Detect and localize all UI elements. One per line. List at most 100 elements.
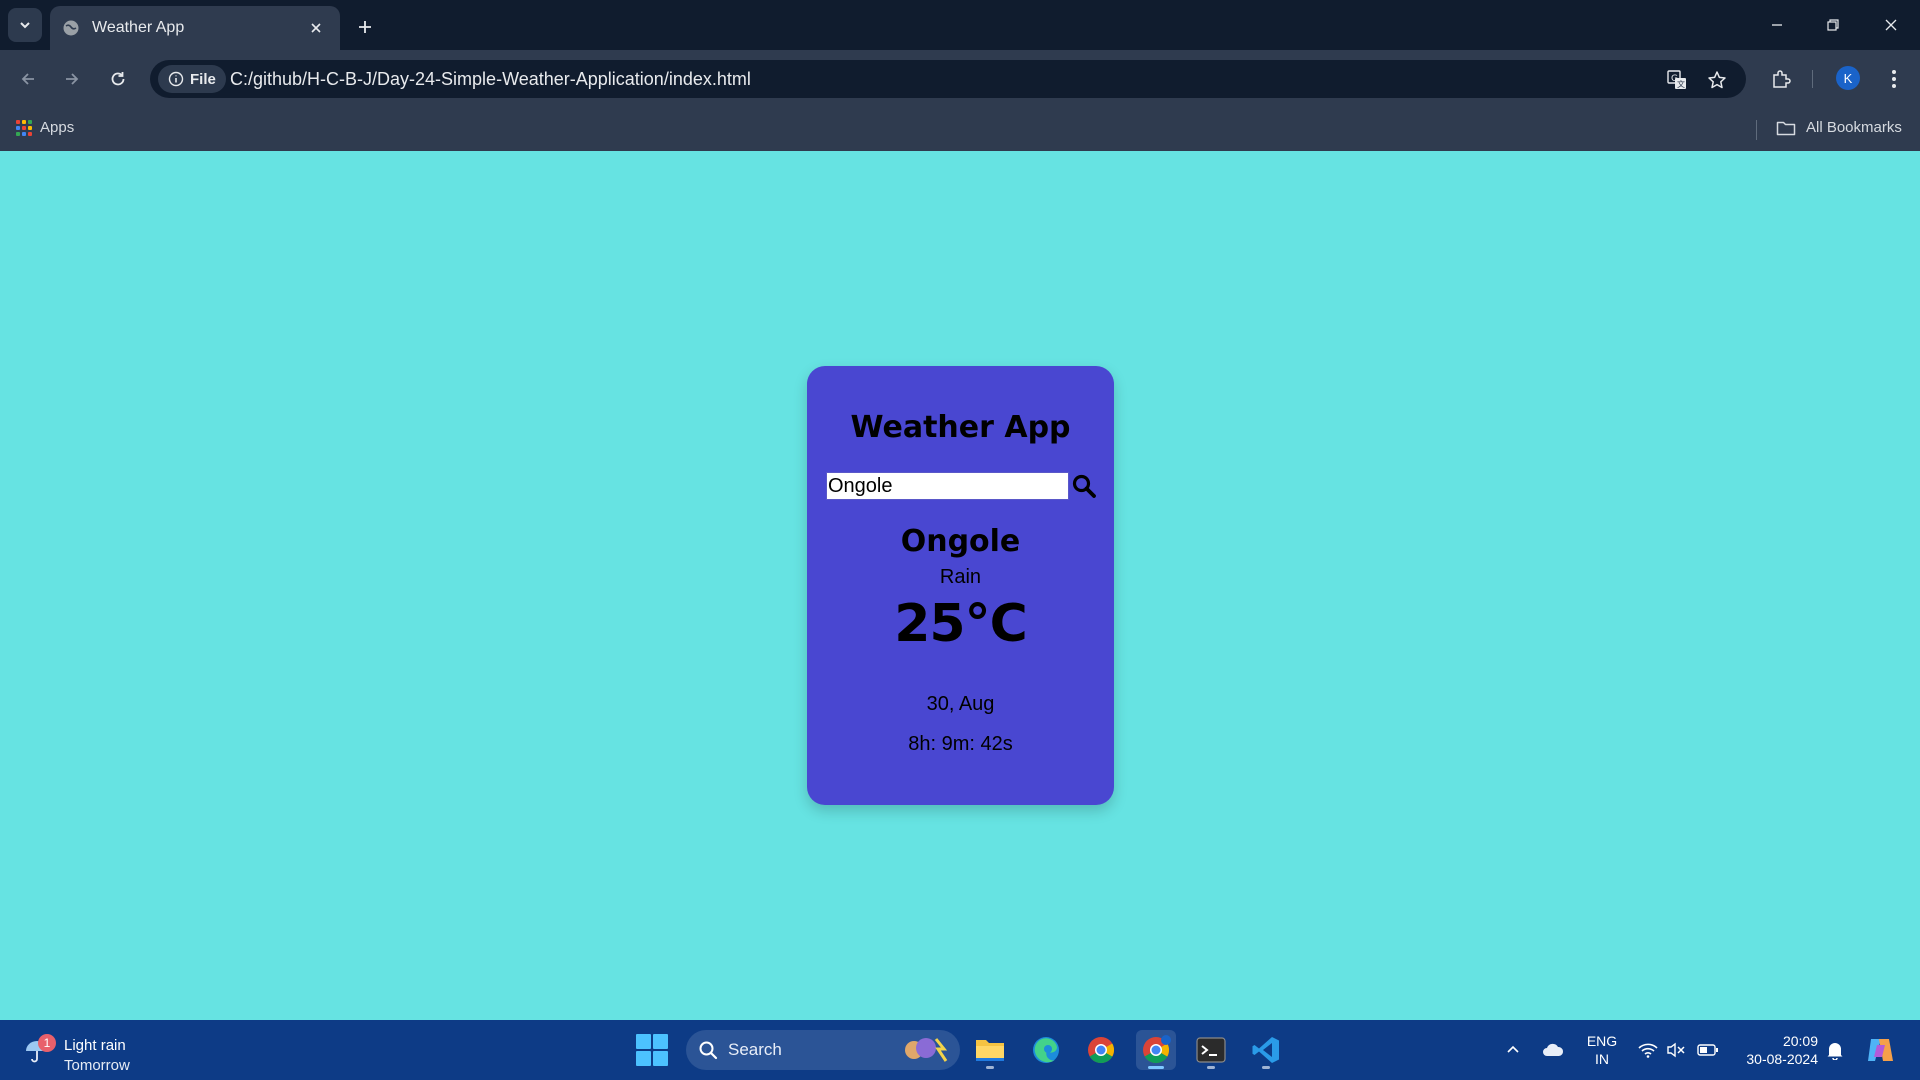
- search-icon: [699, 1041, 718, 1060]
- folder-icon: [1776, 121, 1796, 135]
- search-button[interactable]: [1069, 471, 1099, 501]
- browser-tab[interactable]: Weather App: [50, 6, 340, 50]
- url-text: C:/github/H-C-B-J/Day-24-Simple-Weather-…: [230, 69, 751, 89]
- windows-logo-pane: [636, 1051, 651, 1066]
- tab-close-button[interactable]: [304, 16, 328, 40]
- bookmarks-bar: Apps All Bookmarks: [0, 108, 1920, 151]
- minimize-button[interactable]: [1762, 10, 1792, 40]
- app-title: Weather App: [850, 410, 1071, 445]
- battery-tray-icon[interactable]: [1694, 1020, 1722, 1080]
- wifi-icon: [1638, 1043, 1658, 1058]
- onedrive-tray-icon[interactable]: [1538, 1020, 1568, 1080]
- taskbar-edge[interactable]: [1026, 1030, 1066, 1070]
- weather-widget-when: Tomorrow: [64, 1057, 130, 1074]
- wifi-tray-icon[interactable]: [1634, 1020, 1662, 1080]
- close-window-button[interactable]: [1876, 10, 1906, 40]
- more-vertical-icon: [1892, 70, 1896, 88]
- site-info-chip[interactable]: File: [158, 65, 226, 93]
- all-bookmarks-button[interactable]: All Bookmarks: [1776, 119, 1902, 136]
- weather-card: Weather App Ongole Rain 25°C 30, Aug 8h:…: [807, 366, 1114, 805]
- start-button[interactable]: [636, 1034, 668, 1066]
- forward-button[interactable]: [58, 65, 86, 93]
- tab-title: Weather App: [92, 19, 185, 36]
- address-bar[interactable]: File C:/github/H-C-B-J/Day-24-Simple-Wea…: [150, 60, 1746, 98]
- bell-icon: [1827, 1043, 1843, 1060]
- running-indicator: [1262, 1066, 1270, 1069]
- terminal-icon: [1196, 1037, 1226, 1063]
- volume-tray-icon[interactable]: [1662, 1020, 1690, 1080]
- windows-taskbar: 1 Light rain Tomorrow Search ENG IN 20:0…: [0, 1020, 1920, 1080]
- clock-date: 30-08-2024: [1746, 1051, 1818, 1067]
- site-chip-label: File: [190, 70, 216, 88]
- back-button[interactable]: [14, 65, 42, 93]
- region-code: IN: [1595, 1051, 1609, 1067]
- profile-avatar[interactable]: K: [1836, 66, 1860, 90]
- cloud-icon: [1543, 1043, 1564, 1056]
- windows-logo-pane: [653, 1034, 668, 1049]
- windows-logo-pane: [653, 1051, 668, 1066]
- weather-widget-condition: Light rain: [64, 1037, 126, 1054]
- chrome-icon: [1088, 1037, 1115, 1064]
- bookmark-apps[interactable]: Apps: [16, 119, 74, 136]
- restore-icon: [1827, 19, 1839, 31]
- restore-button[interactable]: [1818, 10, 1848, 40]
- plus-icon: [359, 21, 371, 33]
- all-bookmarks-label: All Bookmarks: [1806, 119, 1902, 136]
- weather-widget[interactable]: 1 Light rain Tomorrow: [22, 1028, 152, 1074]
- chrome-icon: [1143, 1035, 1171, 1064]
- language-code: ENG: [1586, 1033, 1618, 1049]
- reload-icon: [111, 72, 125, 86]
- taskbar-vscode[interactable]: [1246, 1030, 1286, 1070]
- browser-menu-button[interactable]: [1880, 65, 1908, 93]
- browser-toolbar: File C:/github/H-C-B-J/Day-24-Simple-Wea…: [0, 50, 1920, 108]
- reload-button[interactable]: [104, 65, 132, 93]
- tab-search-button[interactable]: [8, 8, 42, 42]
- arrow-right-icon: [66, 73, 79, 85]
- active-indicator: [1148, 1066, 1164, 1069]
- star-icon: [1708, 71, 1726, 89]
- toolbar-divider: [1812, 70, 1813, 88]
- taskbar-search-box[interactable]: Search: [686, 1030, 960, 1070]
- arrow-left-icon: [21, 73, 34, 85]
- language-indicator[interactable]: ENG IN: [1582, 1032, 1622, 1068]
- notifications-button[interactable]: [1822, 1020, 1848, 1080]
- translate-button[interactable]: G文: [1664, 67, 1690, 93]
- system-clock[interactable]: 20:09 30-08-2024: [1730, 1032, 1818, 1068]
- folder-icon: [976, 1040, 1004, 1061]
- show-hidden-icons-button[interactable]: [1498, 1020, 1528, 1080]
- puzzle-icon: [1773, 70, 1791, 88]
- taskbar-file-explorer[interactable]: [970, 1030, 1010, 1070]
- taskbar-chrome[interactable]: [1081, 1030, 1121, 1070]
- chevron-down-icon: [20, 22, 30, 29]
- taskbar-search-label: Search: [728, 1040, 782, 1059]
- clock-time: 20:09: [1782, 1033, 1818, 1049]
- weather-notification-badge: 1: [38, 1034, 56, 1052]
- copilot-button[interactable]: [1862, 1020, 1898, 1080]
- battery-icon: [1697, 1044, 1718, 1056]
- temperature: 25°C: [894, 594, 1028, 654]
- info-icon: [168, 71, 184, 87]
- copilot-icon: [1868, 1039, 1893, 1061]
- volume-muted-icon: [1667, 1042, 1685, 1058]
- windows-logo-pane: [636, 1034, 651, 1049]
- weather-condition: Rain: [939, 566, 982, 588]
- edge-icon: [1033, 1037, 1059, 1063]
- apps-grid-icon: [16, 119, 32, 136]
- new-tab-button[interactable]: [350, 12, 380, 42]
- city-name: Ongole: [900, 524, 1021, 559]
- taskbar-terminal[interactable]: [1191, 1030, 1231, 1070]
- extensions-button[interactable]: [1767, 65, 1795, 93]
- bookmarks-divider: [1756, 120, 1757, 140]
- running-indicator: [1207, 1066, 1215, 1069]
- bookmark-star-button[interactable]: [1704, 67, 1730, 93]
- search-icon: [1072, 474, 1096, 498]
- bookmark-apps-label: Apps: [40, 119, 75, 136]
- running-indicator: [986, 1066, 994, 1069]
- close-icon: [1885, 19, 1897, 31]
- browser-tab-strip: Weather App: [0, 0, 1920, 50]
- svg-text:文: 文: [1677, 79, 1685, 89]
- city-search-input[interactable]: [826, 472, 1069, 500]
- translate-icon: G文: [1667, 70, 1686, 89]
- current-date: 30, Aug: [926, 693, 995, 715]
- taskbar-chrome-profile-active[interactable]: [1136, 1030, 1176, 1070]
